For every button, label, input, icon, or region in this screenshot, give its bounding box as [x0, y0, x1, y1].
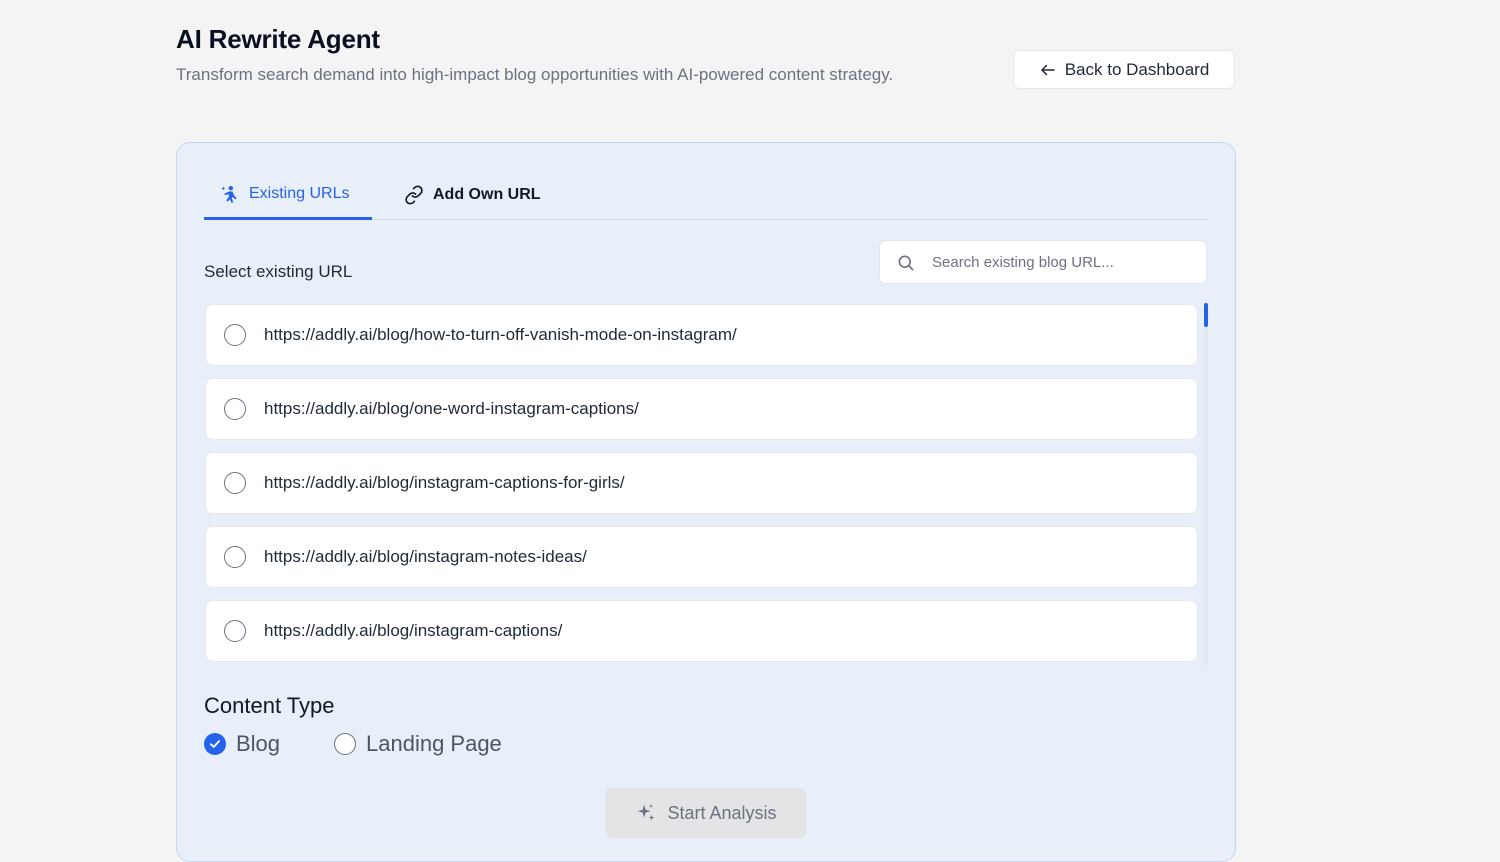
url-search-box[interactable] [879, 240, 1207, 284]
url-radio[interactable] [224, 472, 246, 494]
select-url-label: Select existing URL [204, 262, 353, 281]
scrollbar-thumb[interactable] [1204, 303, 1208, 327]
url-text: https://addly.ai/blog/instagram-captions… [264, 621, 563, 640]
tab-add-own-url[interactable]: Add Own URL [404, 171, 541, 219]
page-subtitle: Transform search demand into high-impact… [176, 65, 894, 84]
arrow-left-icon [1040, 64, 1055, 75]
url-option[interactable]: https://addly.ai/blog/instagram-captions… [205, 452, 1198, 514]
content-type-blog-label: Blog [236, 731, 281, 756]
url-option[interactable]: https://addly.ai/blog/instagram-captions… [205, 600, 1198, 662]
url-list-scrollbar[interactable] [1204, 303, 1208, 665]
url-text: https://addly.ai/blog/one-word-instagram… [264, 399, 639, 418]
checked-radio-icon[interactable] [204, 733, 226, 755]
sparkles-icon [638, 804, 655, 821]
url-option[interactable]: https://addly.ai/blog/how-to-turn-off-va… [205, 304, 1198, 366]
link-icon [405, 185, 423, 205]
tab-existing-urls-label: Existing URLs [249, 185, 350, 202]
url-option[interactable]: https://addly.ai/blog/instagram-notes-id… [205, 526, 1198, 588]
content-type-label: Content Type [204, 693, 335, 718]
content-type-landing-label: Landing Page [366, 731, 502, 756]
url-text: https://addly.ai/blog/how-to-turn-off-va… [264, 325, 737, 344]
url-radio[interactable] [224, 546, 246, 568]
tab-bar: Existing URLs Add Own URL [204, 171, 1208, 220]
content-type-blog-option[interactable]: Blog [204, 730, 280, 758]
url-text: https://addly.ai/blog/instagram-captions… [264, 473, 625, 492]
start-analysis-button[interactable]: Start Analysis [606, 788, 806, 838]
back-to-dashboard-button[interactable]: Back to Dashboard [1013, 50, 1235, 89]
sparkle-person-icon [221, 186, 237, 203]
url-text: https://addly.ai/blog/instagram-notes-id… [264, 547, 587, 566]
back-button-label: Back to Dashboard [1064, 59, 1210, 79]
url-option[interactable]: https://addly.ai/blog/one-word-instagram… [205, 378, 1198, 440]
page-title: AI Rewrite Agent [176, 24, 380, 54]
tab-add-own-url-label: Add Own URL [433, 186, 541, 203]
rewrite-card: Existing URLs Add Own URL Select existin… [176, 142, 1236, 862]
url-radio[interactable] [224, 620, 246, 642]
url-list: https://addly.ai/blog/how-to-turn-off-va… [205, 304, 1200, 674]
tab-existing-urls[interactable]: Existing URLs [204, 171, 372, 220]
start-analysis-label: Start Analysis [667, 802, 777, 823]
unchecked-radio-icon[interactable] [334, 733, 356, 755]
search-icon [898, 255, 914, 271]
search-input[interactable] [932, 241, 1200, 283]
content-type-landing-option[interactable]: Landing Page [334, 730, 502, 758]
url-radio[interactable] [224, 398, 246, 420]
url-radio[interactable] [224, 324, 246, 346]
